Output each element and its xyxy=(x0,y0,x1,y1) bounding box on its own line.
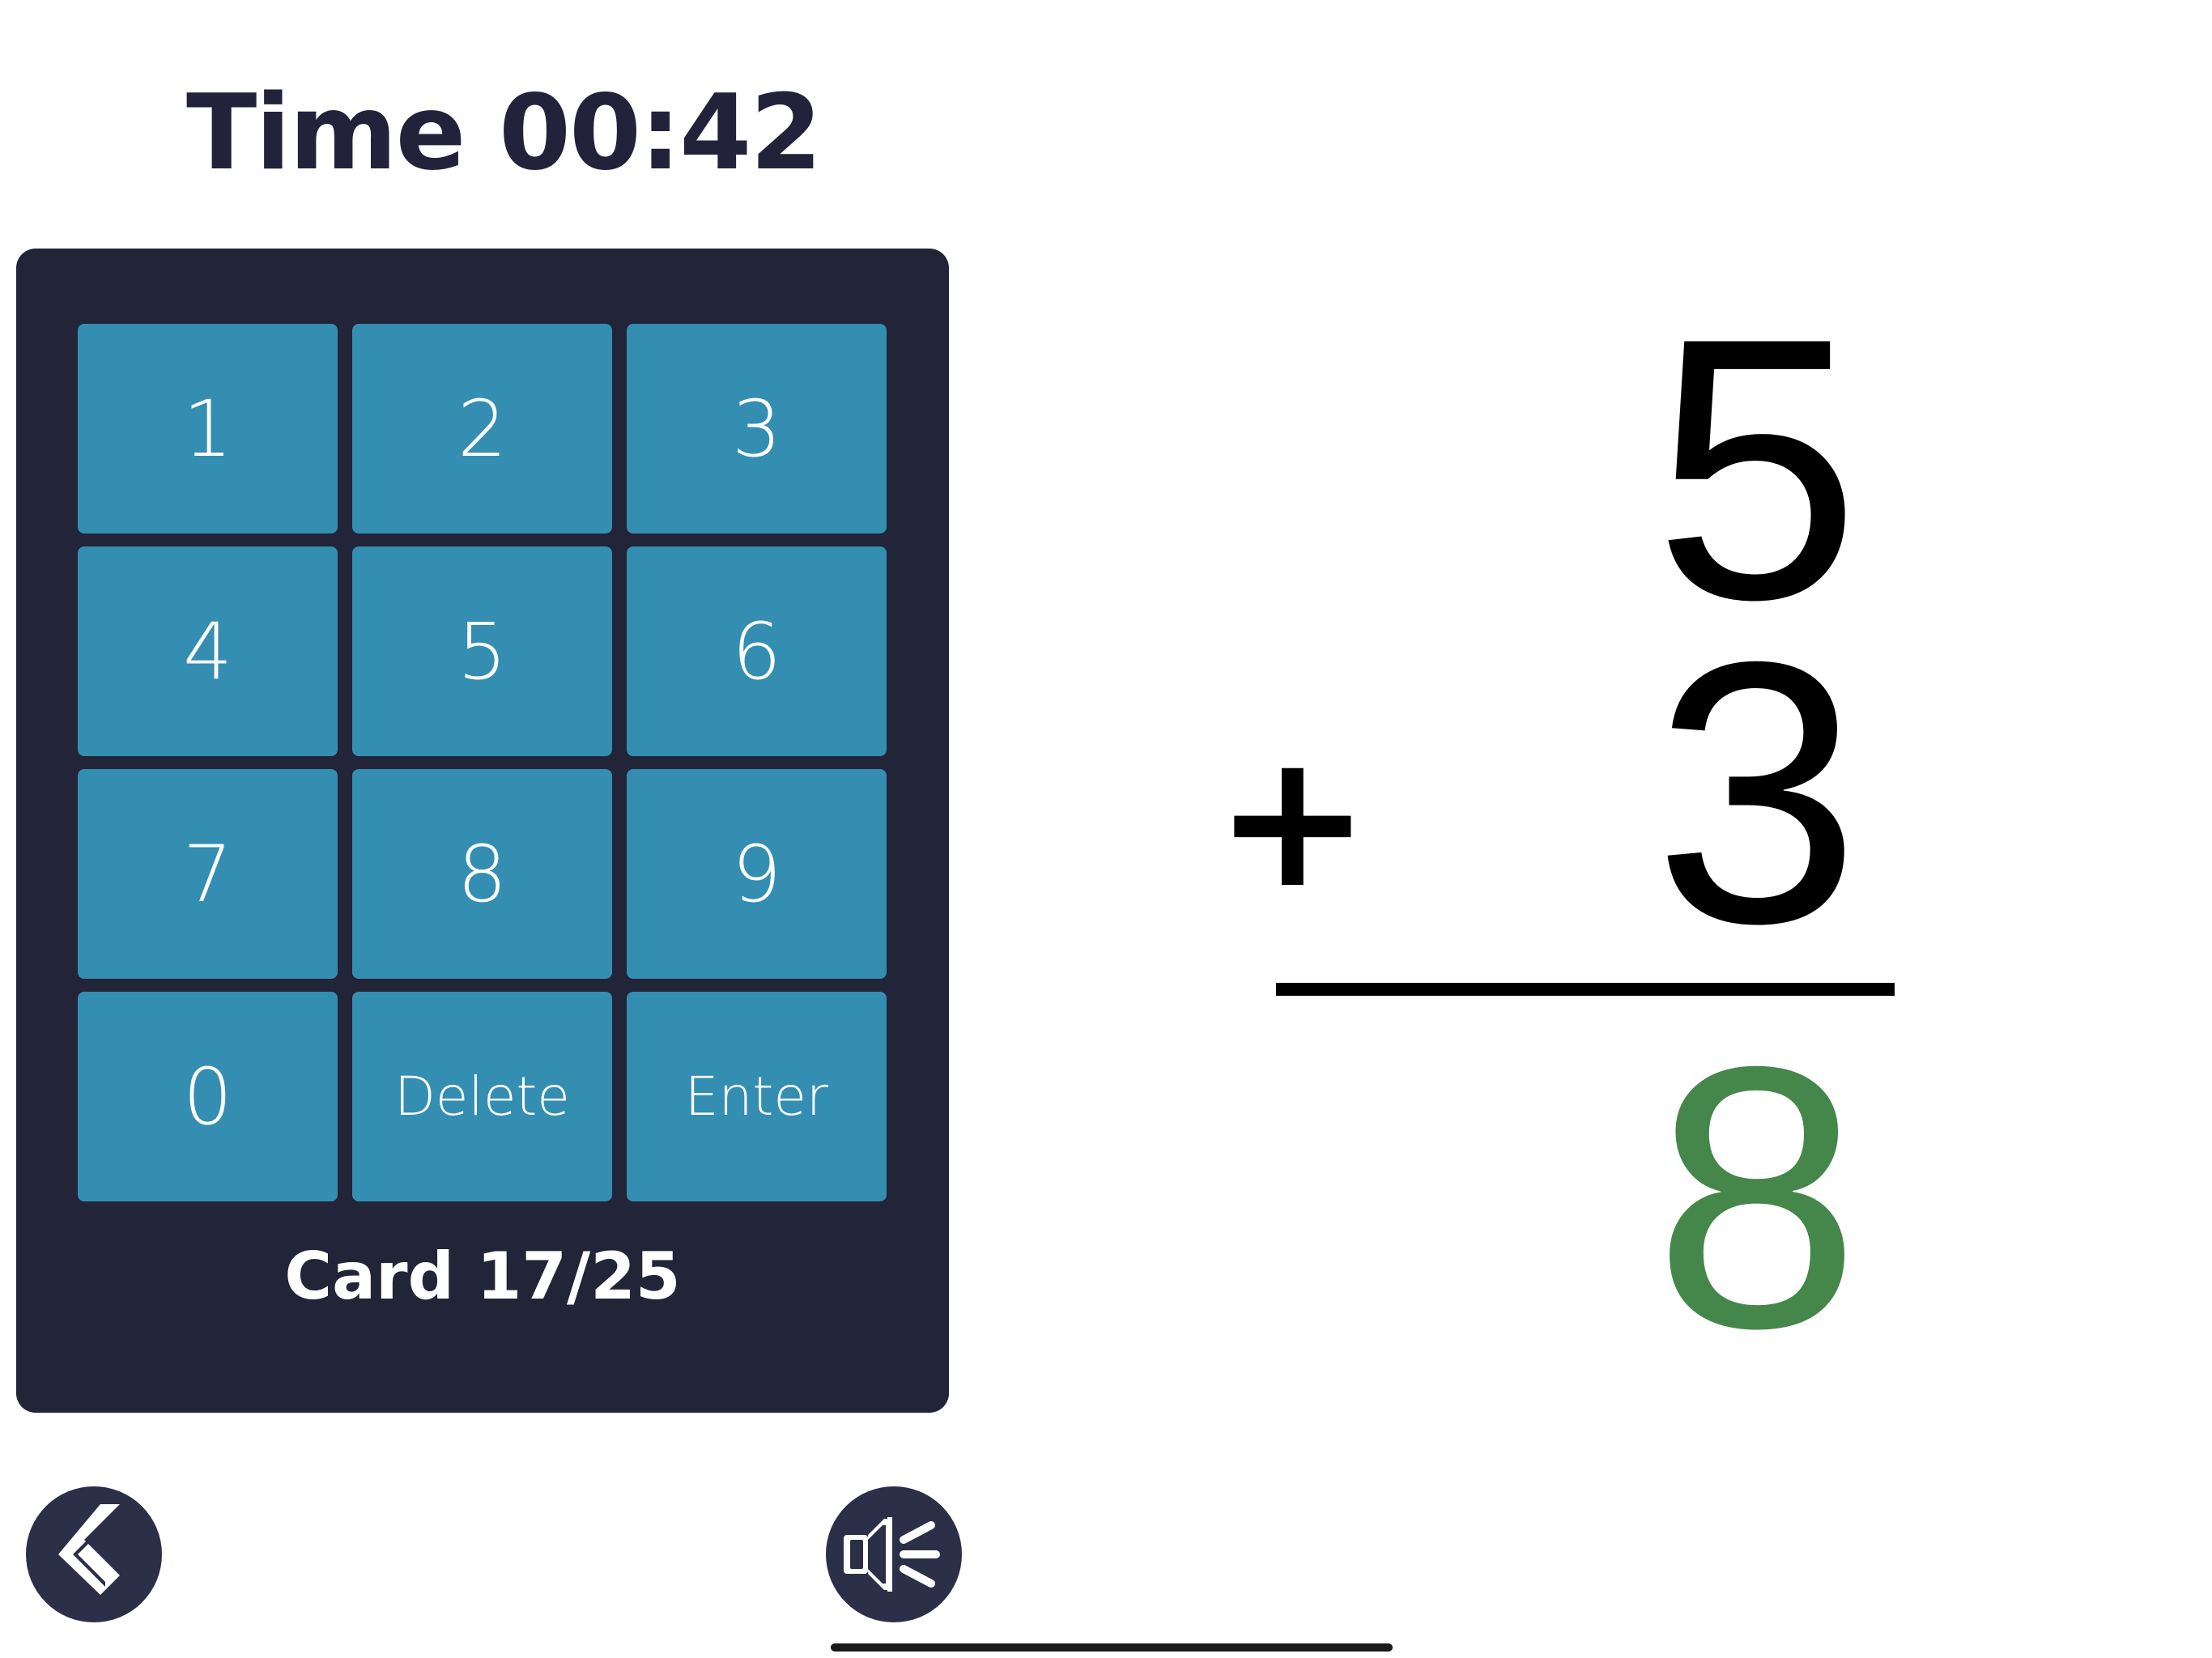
key-1[interactable]: 1 xyxy=(78,324,338,534)
key-7[interactable]: 7 xyxy=(78,769,338,979)
key-0[interactable]: 0 xyxy=(78,992,338,1201)
key-4[interactable]: 4 xyxy=(78,546,338,756)
home-indicator[interactable] xyxy=(831,1643,1393,1652)
delete-button[interactable]: Delete xyxy=(352,992,612,1201)
speaker-icon xyxy=(844,1517,940,1592)
key-9[interactable]: 9 xyxy=(627,769,887,979)
timer-display: Time 00:42 xyxy=(186,73,822,193)
chevron-left-icon xyxy=(58,1504,120,1595)
card-counter: Card 17/25 xyxy=(284,1239,681,1314)
key-5[interactable]: 5 xyxy=(352,546,612,756)
key-8[interactable]: 8 xyxy=(352,769,612,979)
keypad-panel: 1 2 3 4 5 6 7 8 9 0 Delete Enter Card 17… xyxy=(16,249,949,1413)
bottom-number: 3 xyxy=(1653,585,1861,1001)
key-2[interactable]: 2 xyxy=(352,324,612,534)
math-problem: 5 + 3 8 xyxy=(1198,267,1927,1384)
speaker-button[interactable] xyxy=(826,1486,962,1622)
key-3[interactable]: 3 xyxy=(627,324,887,534)
enter-button[interactable]: Enter xyxy=(627,992,887,1201)
answer-number: 8 xyxy=(1653,990,1861,1405)
operator-sign: + xyxy=(1214,713,1371,929)
back-button[interactable] xyxy=(26,1486,162,1622)
keypad: 1 2 3 4 5 6 7 8 9 0 Delete Enter xyxy=(78,324,887,1201)
key-6[interactable]: 6 xyxy=(627,546,887,756)
